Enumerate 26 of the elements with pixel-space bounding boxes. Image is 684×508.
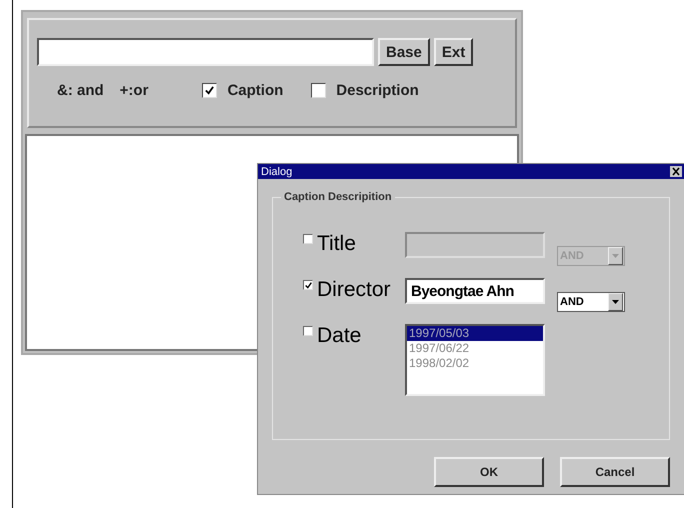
checkbox-label: Caption — [227, 82, 284, 99]
group-title: Caption Descripition — [281, 191, 395, 203]
field-label: Date — [316, 324, 362, 348]
operator-hint: &: and — [57, 82, 104, 99]
search-field[interactable] — [37, 38, 374, 66]
field-label: Title — [316, 232, 357, 256]
window-title: Dialog — [261, 166, 292, 178]
dialog-button[interactable]: OK — [434, 457, 544, 487]
checkbox[interactable] — [303, 280, 313, 290]
search-button[interactable]: Ext — [434, 38, 474, 66]
checkbox-label: Description — [336, 82, 419, 99]
close-icon[interactable] — [670, 166, 682, 177]
list-item[interactable]: 1997/05/03 — [407, 326, 543, 341]
text-field[interactable]: Byeongtae Ahn — [405, 278, 545, 304]
dropdown-arrow-icon — [612, 254, 619, 258]
checkbox[interactable] — [303, 326, 313, 336]
dropdown-arrow-icon — [612, 300, 619, 304]
search-button[interactable]: Base — [378, 38, 430, 66]
field-label: Director — [316, 278, 392, 302]
checkbox[interactable] — [202, 83, 218, 98]
operator-hint: +:or — [120, 82, 148, 99]
checkbox[interactable] — [311, 83, 326, 98]
operator-dropdown[interactable]: AND — [557, 292, 625, 312]
list-item[interactable]: 1997/06/22 — [407, 341, 543, 356]
list-item[interactable]: 1998/02/02 — [407, 356, 543, 371]
dialog-button[interactable]: Cancel — [560, 457, 670, 487]
